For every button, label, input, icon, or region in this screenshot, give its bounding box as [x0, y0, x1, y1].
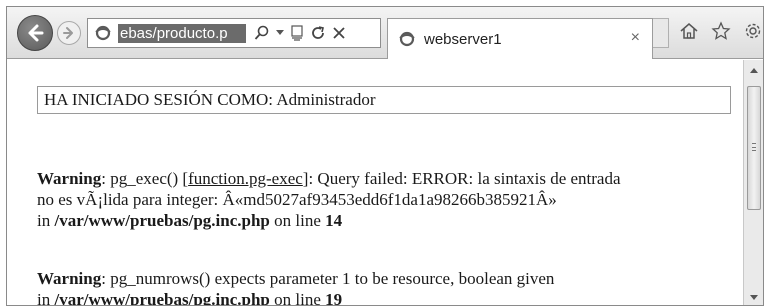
- warning-1-lineno: 14: [325, 211, 343, 230]
- warning-1-label: Warning: [37, 169, 102, 188]
- address-bar[interactable]: ebas/producto.p: [87, 18, 381, 48]
- warning-2-online: on line: [269, 290, 326, 306]
- scroll-grip-icon: [752, 143, 756, 151]
- home-icon[interactable]: [679, 21, 699, 46]
- address-url[interactable]: ebas/producto.p: [118, 23, 246, 43]
- compat-view-icon[interactable]: [290, 25, 304, 41]
- dropdown-icon[interactable]: [276, 30, 284, 36]
- warning-2-in: in: [37, 290, 55, 306]
- tab-close-button[interactable]: ×: [631, 29, 640, 47]
- warning-2-line-1: Warning: pg_numrows() expects parameter …: [37, 268, 554, 289]
- warning-1-online: on line: [269, 211, 326, 230]
- warning-1-line-1: Warning: pg_exec() [function.pg-exec]: Q…: [37, 168, 621, 189]
- warning-message-2: Warning: pg_numrows() expects parameter …: [37, 268, 554, 306]
- new-tab-button[interactable]: [653, 18, 669, 48]
- warning-2-path: /var/www/pruebas/pg.inc.php: [54, 290, 270, 306]
- refresh-icon[interactable]: [310, 25, 326, 41]
- warning-2-line-2: in /var/www/pruebas/pg.inc.php on line 1…: [37, 289, 554, 306]
- warning-1-path: /var/www/pruebas/pg.inc.php: [54, 211, 270, 230]
- scroll-down-button[interactable]: [744, 289, 763, 305]
- tab-webserver1[interactable]: webserver1 ×: [387, 18, 653, 59]
- warning-1-line-3: in /var/www/pruebas/pg.inc.php on line 1…: [37, 210, 621, 231]
- warning-2-label: Warning: [37, 269, 102, 288]
- warning-1-line-2: no es vÃ¡lida para integer: Â«md5027af93…: [37, 190, 557, 209]
- page-content: HA INICIADO SESIÓN COMO: Administrador W…: [7, 60, 743, 306]
- vertical-scrollbar[interactable]: [743, 60, 763, 305]
- settings-gear-icon[interactable]: [743, 21, 763, 46]
- warning-2-msg: : pg_numrows() expects parameter 1 to be…: [101, 269, 555, 288]
- warning-1-in: in: [37, 211, 55, 230]
- search-icon[interactable]: [254, 25, 270, 41]
- back-button[interactable]: [17, 15, 53, 51]
- warning-1-pre: : pg_exec() [: [101, 169, 189, 188]
- ie-page-icon: [92, 22, 114, 44]
- login-status-box: HA INICIADO SESIÓN COMO: Administrador: [37, 86, 731, 114]
- scroll-up-button[interactable]: [744, 62, 763, 78]
- tab-title: webserver1: [424, 30, 502, 48]
- browser-window: ebas/producto.p webserver1 × HA INICIADO…: [6, 6, 764, 306]
- warning-message-1: Warning: pg_exec() [function.pg-exec]: Q…: [37, 168, 621, 231]
- ie-tab-icon: [396, 28, 418, 50]
- back-arrow-icon: [28, 24, 44, 42]
- scroll-down-arrow-icon: [749, 294, 758, 300]
- warning-1-post: ]: Query failed: ERROR: la sintaxis de e…: [302, 169, 621, 188]
- scroll-thumb[interactable]: [747, 86, 761, 210]
- warning-2-lineno: 19: [325, 290, 343, 306]
- browser-toolbar: ebas/producto.p webserver1 ×: [7, 7, 763, 59]
- forward-arrow-icon: [63, 27, 73, 39]
- stop-icon[interactable]: [332, 26, 346, 40]
- scroll-up-arrow-icon: [749, 67, 758, 73]
- command-icons: [679, 21, 763, 46]
- function-pg-exec-link[interactable]: function.pg-exec: [188, 169, 303, 188]
- favorites-star-icon[interactable]: [711, 21, 731, 46]
- forward-button[interactable]: [57, 21, 81, 45]
